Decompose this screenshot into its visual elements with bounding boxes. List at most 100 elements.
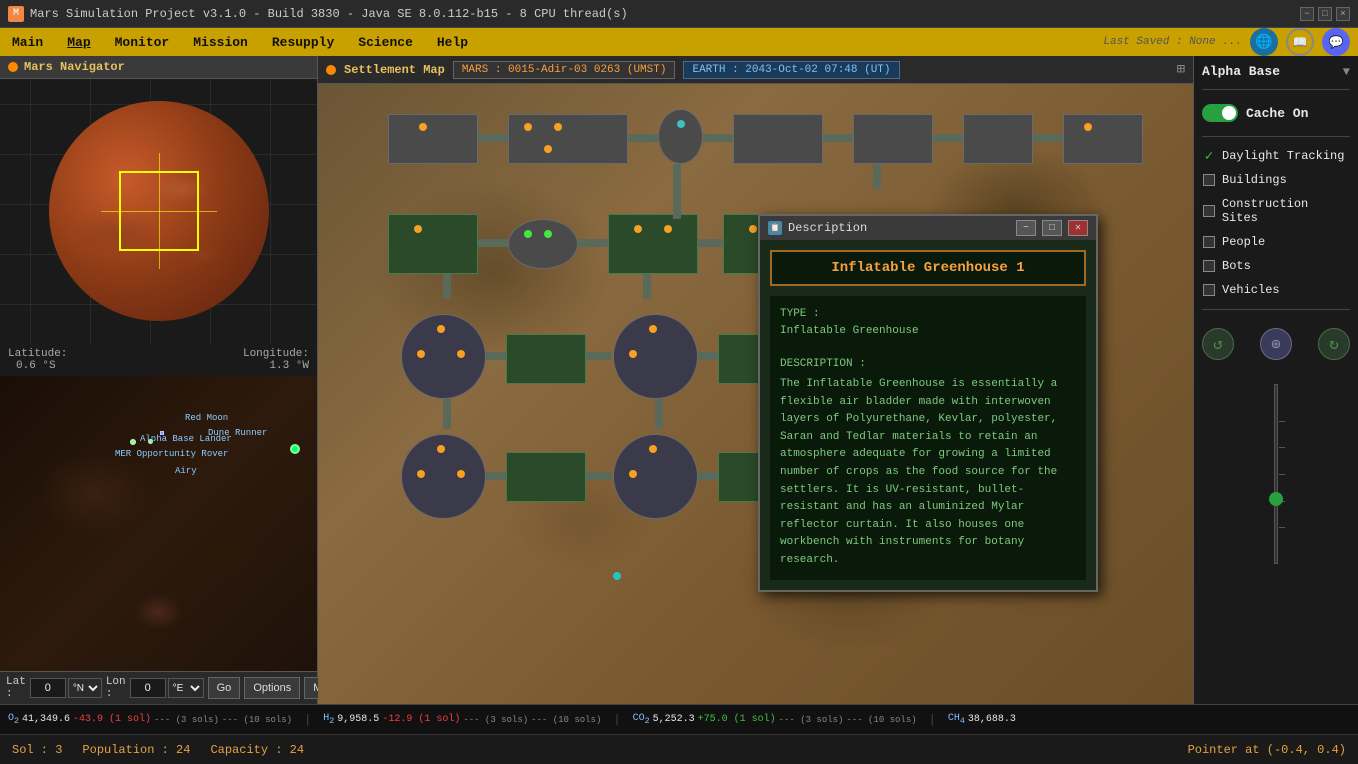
dot-c9	[649, 445, 657, 453]
lon-input[interactable]	[130, 678, 166, 698]
daylight-tracking-row[interactable]: ✓ Daylight Tracking	[1202, 147, 1350, 165]
settlement-map-canvas[interactable]: 📋 Description − □ ✕ Inflatable Greenhous…	[318, 84, 1193, 704]
type-value: Inflatable Greenhouse	[780, 323, 1076, 340]
struct-top4[interactable]	[733, 114, 823, 164]
map-indicator	[326, 65, 336, 75]
dialog-restore[interactable]: □	[1042, 220, 1062, 236]
menu-resupply[interactable]: Resupply	[268, 33, 338, 52]
people-row[interactable]: People	[1202, 233, 1350, 251]
book-icon[interactable]: 📖	[1286, 28, 1314, 56]
dialog-titlebar[interactable]: 📋 Description − □ ✕	[760, 216, 1096, 240]
connector-4	[823, 134, 853, 142]
latitude-value: 0.6 °S	[8, 360, 56, 372]
population-status: Population : 24	[82, 743, 190, 757]
vehicles-check-icon	[1202, 283, 1216, 297]
dot-teal1	[677, 120, 685, 128]
struct-greenhouse2[interactable]	[388, 214, 478, 274]
menu-monitor[interactable]: Monitor	[111, 33, 174, 52]
zoom-track[interactable]	[1274, 384, 1278, 564]
map-label-airy: Airy	[175, 466, 197, 476]
struct-circle1[interactable]	[401, 314, 486, 399]
struct-top7[interactable]	[1063, 114, 1143, 164]
connector-2	[628, 134, 658, 142]
struct-top6[interactable]	[963, 114, 1033, 164]
o2-10sol: --- (10 sols)	[222, 715, 292, 725]
struct-habitat2[interactable]	[508, 114, 628, 164]
dot-g4	[634, 225, 642, 233]
struct-r3-2[interactable]	[506, 334, 586, 384]
lat-input[interactable]	[30, 678, 66, 698]
desc-label: DESCRIPTION :	[780, 356, 1076, 373]
rotate-left-icon[interactable]: ↺	[1202, 328, 1234, 360]
menu-map[interactable]: Map	[63, 33, 94, 52]
dot-c10	[629, 470, 637, 478]
struct-circle3[interactable]	[401, 434, 486, 519]
struct-circle4[interactable]	[613, 434, 698, 519]
mars-globe[interactable]	[49, 101, 269, 321]
daylight-tracking-label[interactable]: Daylight Tracking	[1222, 149, 1344, 163]
menu-main[interactable]: Main	[8, 33, 47, 52]
lat-dir-select[interactable]: °N °S	[68, 678, 102, 698]
conn-r4-3	[698, 472, 718, 480]
struct-circle2[interactable]	[613, 314, 698, 399]
zoom-thumb[interactable]	[1269, 492, 1283, 506]
description-dialog: 📋 Description − □ ✕ Inflatable Greenhous…	[758, 214, 1098, 592]
dot-c1	[437, 325, 445, 333]
lon-dir-select[interactable]: °E °W	[168, 678, 204, 698]
dialog-minimize[interactable]: −	[1016, 220, 1036, 236]
o2-3sol: --- (3 sols)	[154, 715, 219, 725]
dialog-close[interactable]: ✕	[1068, 220, 1088, 236]
close-button[interactable]: ×	[1336, 7, 1350, 21]
dot-c2	[417, 350, 425, 358]
zoom-slider[interactable]	[1202, 374, 1350, 574]
struct-r2-2[interactable]	[508, 219, 578, 269]
map-label-merrover: MER Opportunity Rover	[115, 449, 228, 459]
conn-r2-3	[698, 239, 723, 247]
vconn-r4-1	[443, 399, 451, 429]
rotate-right-icon[interactable]: ↻	[1318, 328, 1350, 360]
people-label[interactable]: People	[1222, 235, 1265, 249]
buildings-label[interactable]: Buildings	[1222, 173, 1287, 187]
construction-sites-row[interactable]: Construction Sites	[1202, 195, 1350, 227]
titlebar: M Mars Simulation Project v3.1.0 - Build…	[0, 0, 1358, 28]
globe-icon[interactable]: 🌐	[1250, 28, 1278, 56]
left-panel: Mars Navigator	[0, 56, 318, 704]
center-icon[interactable]: ⊕	[1260, 328, 1292, 360]
terrain-map[interactable]: Red Moon Dune Runner Alpha Base Lander M…	[0, 376, 317, 671]
vconn-2	[873, 164, 881, 189]
divider-1	[1202, 89, 1350, 90]
discord-icon[interactable]: 💬	[1322, 28, 1350, 56]
nav-title: Mars Navigator	[24, 60, 125, 74]
menu-mission[interactable]: Mission	[189, 33, 252, 52]
struct-greenhouse3[interactable]	[608, 214, 698, 274]
menubar-right: Last Saved : None ... 🌐 📖 💬	[1103, 28, 1350, 56]
conn-r4-2	[586, 472, 611, 480]
buildings-row[interactable]: Buildings	[1202, 171, 1350, 189]
base-dropdown-icon[interactable]: ▼	[1343, 65, 1350, 79]
go-button[interactable]: Go	[208, 677, 241, 699]
divider-2	[1202, 136, 1350, 137]
lat-label: Lat :	[6, 676, 26, 700]
struct-habitat1[interactable]	[388, 114, 478, 164]
vehicles-row[interactable]: Vehicles	[1202, 281, 1350, 299]
conn-r4-1	[486, 472, 506, 480]
vehicles-label[interactable]: Vehicles	[1222, 283, 1280, 297]
menu-help[interactable]: Help	[433, 33, 472, 52]
construction-sites-label[interactable]: Construction Sites	[1222, 197, 1350, 225]
menu-science[interactable]: Science	[354, 33, 417, 52]
bots-row[interactable]: Bots	[1202, 257, 1350, 275]
struct-r4-2[interactable]	[506, 452, 586, 502]
maximize-icon[interactable]: ⊞	[1177, 61, 1185, 78]
ch4-reading: CH4 38,688.3	[948, 713, 1016, 726]
struct-eva1[interactable]	[658, 109, 703, 164]
struct-top5[interactable]	[853, 114, 933, 164]
dot-1	[419, 123, 427, 131]
vconn-r3-1	[443, 274, 451, 299]
cache-toggle[interactable]	[1202, 104, 1238, 122]
bots-label[interactable]: Bots	[1222, 259, 1251, 273]
options-button[interactable]: Options	[244, 677, 300, 699]
map-label-alphabaselander: Alpha Base Lander	[140, 434, 232, 444]
maximize-button[interactable]: □	[1318, 7, 1332, 21]
settlement-tab[interactable]: Settlement Map	[344, 63, 445, 77]
minimize-button[interactable]: −	[1300, 7, 1314, 21]
